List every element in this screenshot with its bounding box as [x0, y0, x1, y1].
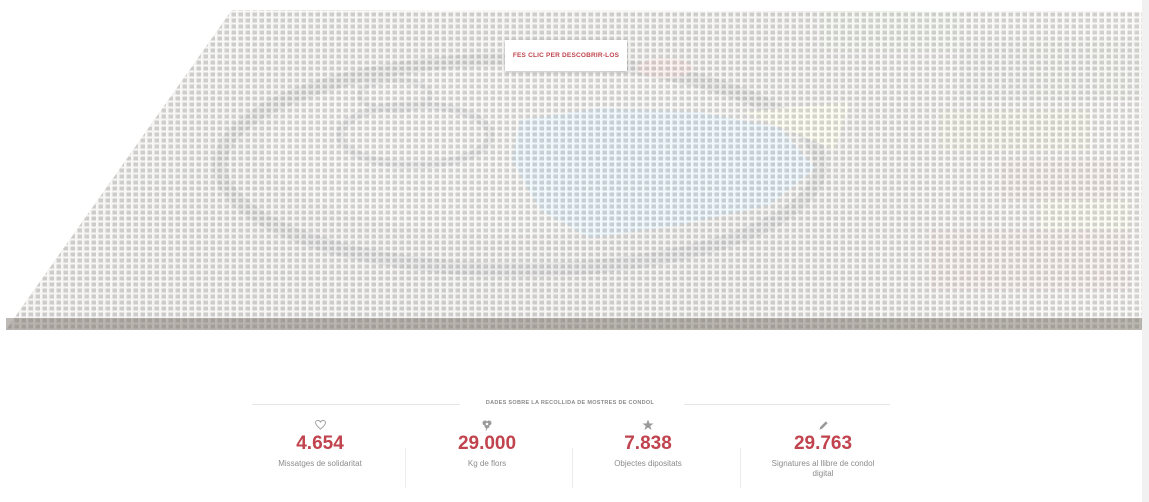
stat-flowers: 29.000 Kg de flors	[402, 418, 572, 469]
page: FES CLIC PER DESCOBRIR-LOS DADES SOBRE L…	[0, 0, 1149, 502]
stat-label: Kg de flors	[467, 459, 507, 468]
stat-label: Missatges de solidaritat	[278, 459, 362, 468]
stat-value: 7.838	[624, 433, 672, 454]
stats-title: DADES SOBRE LA RECOLLIDA DE MOSTRES DE C…	[485, 400, 655, 406]
discover-button-label: FES CLIC PER DESCOBRIR-LOS	[512, 52, 620, 59]
stat-messages: 4.654 Missatges de solidaritat	[235, 418, 405, 469]
stat-value: 4.654	[296, 433, 344, 454]
stat-label: Objectes dipositats	[614, 459, 682, 468]
stat-label: Signatures al llibre de condol digital	[771, 459, 875, 478]
stat-value: 29.763	[793, 433, 853, 454]
stat-value: 29.000	[457, 433, 517, 454]
star-icon	[563, 418, 733, 432]
discover-button[interactable]: FES CLIC PER DESCOBRIR-LOS	[505, 40, 627, 71]
stat-objects: 7.838 Objectes dipositats	[563, 418, 733, 469]
pencil-icon	[738, 418, 908, 432]
heart-icon	[235, 418, 405, 432]
flower-icon	[402, 418, 572, 432]
scrollbar[interactable]	[1142, 0, 1149, 502]
stat-signatures: 29.763 Signatures al llibre de condol di…	[738, 418, 908, 479]
